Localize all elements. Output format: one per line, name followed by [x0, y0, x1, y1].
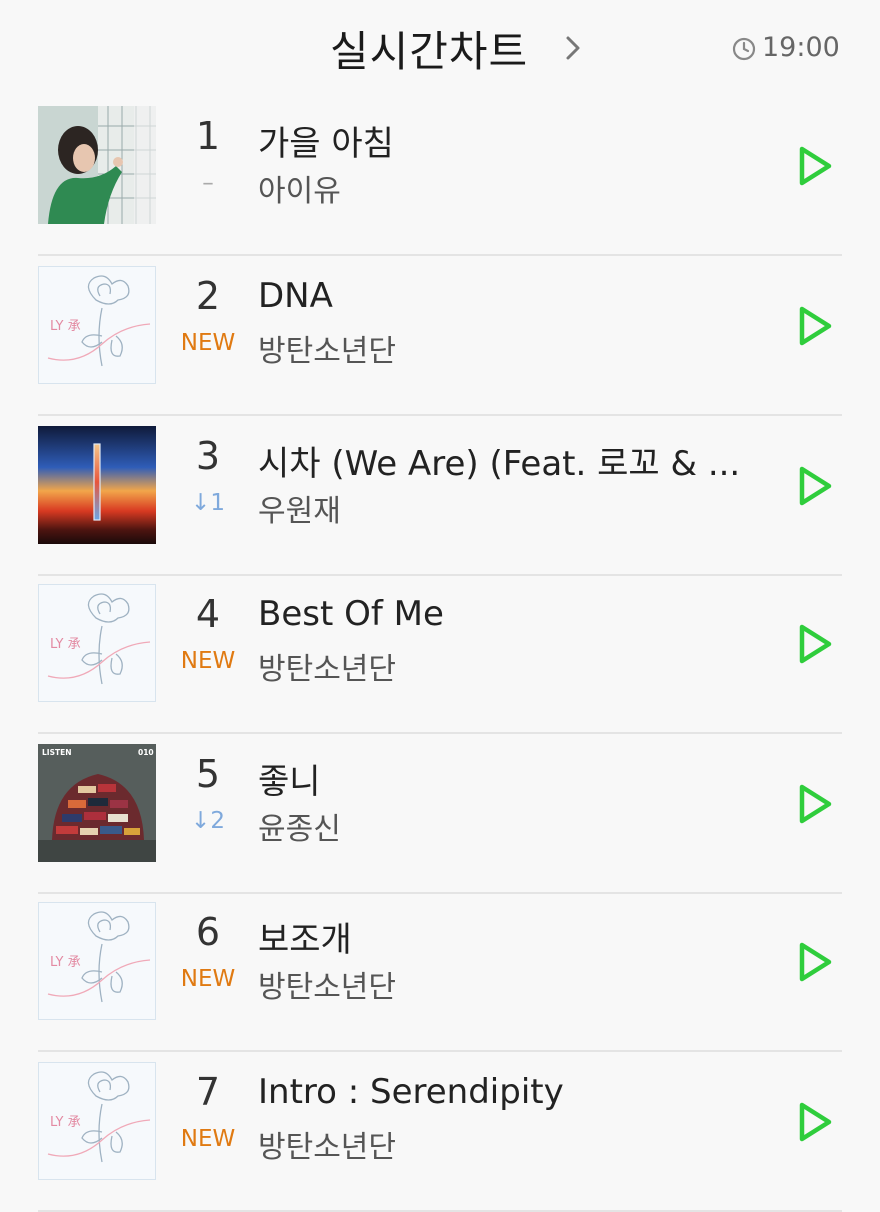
artist-name[interactable]: 방탄소년단 — [258, 1122, 396, 1166]
rank-number: 6 — [195, 910, 221, 954]
album-cover-bts: LY 承 — [38, 902, 156, 1020]
play-icon[interactable] — [796, 782, 834, 826]
rank-change: NEW — [180, 966, 236, 992]
chart-row-6[interactable]: LY 承 6 NEW 보조개 방탄소년단 — [38, 892, 842, 1052]
album-cover-bts: LY 承 — [38, 1062, 156, 1180]
svg-text:LY 承: LY 承 — [50, 319, 81, 334]
album-cover-sunset — [38, 426, 156, 544]
svg-text:LY 承: LY 承 — [50, 955, 81, 970]
album-cover-bts: LY 承 — [38, 266, 156, 384]
rank-number: 7 — [195, 1070, 221, 1114]
rank-number: 4 — [195, 592, 221, 636]
play-icon[interactable] — [796, 144, 834, 188]
rank-number: 1 — [195, 114, 221, 158]
song-title[interactable]: 시차 (We Are) (Feat. 로꼬 & ... — [258, 436, 740, 485]
chart-row-1[interactable]: 1 – 가을 아침 아이유 — [38, 96, 842, 256]
chevron-right-icon[interactable] — [562, 28, 588, 68]
rank-number: 5 — [195, 752, 221, 796]
page-title[interactable]: 실시간차트 — [330, 18, 528, 79]
artist-name[interactable]: 우원재 — [258, 486, 341, 530]
svg-text:LY 承: LY 承 — [50, 1115, 81, 1130]
song-title[interactable]: 보조개 — [258, 912, 352, 961]
rank-change: ↓1 — [191, 490, 225, 516]
song-title[interactable]: 가을 아침 — [258, 116, 394, 165]
play-icon[interactable] — [796, 1100, 834, 1144]
play-icon[interactable] — [796, 622, 834, 666]
rank-change: NEW — [180, 330, 236, 356]
song-title[interactable]: 좋니 — [258, 754, 321, 803]
song-title[interactable]: Best Of Me — [258, 594, 444, 634]
song-title[interactable]: DNA — [258, 276, 333, 316]
svg-text:LISTEN: LISTEN — [42, 748, 72, 757]
svg-text:010: 010 — [138, 748, 154, 757]
album-cover-bts: LY 承 — [38, 584, 156, 702]
album-cover-iu — [38, 106, 156, 224]
chart-header: 실시간차트 19:00 — [0, 0, 880, 96]
artist-name[interactable]: 윤종신 — [258, 804, 341, 848]
artist-name[interactable]: 방탄소년단 — [258, 962, 396, 1006]
rank-change: ↓2 — [191, 808, 225, 834]
artist-name[interactable]: 아이유 — [258, 166, 341, 210]
svg-text:LY 承: LY 承 — [50, 637, 81, 652]
rank-change: – — [202, 170, 214, 196]
rank-number: 2 — [195, 274, 221, 318]
rank-number: 3 — [195, 434, 221, 478]
chart-row-3[interactable]: 3 ↓1 시차 (We Are) (Feat. 로꼬 & ... 우원재 — [38, 416, 842, 576]
chart-row-4[interactable]: LY 承 4 NEW Best Of Me 방탄소년단 — [38, 574, 842, 734]
artist-name[interactable]: 방탄소년단 — [258, 326, 396, 370]
clock-icon — [732, 37, 756, 61]
rank-change: NEW — [180, 1126, 236, 1152]
play-icon[interactable] — [796, 464, 834, 508]
rank-change: NEW — [180, 648, 236, 674]
play-icon[interactable] — [796, 304, 834, 348]
chart-row-7[interactable]: LY 承 7 NEW Intro : Serendipity 방탄소년단 — [38, 1052, 842, 1212]
artist-name[interactable]: 방탄소년단 — [258, 644, 396, 688]
chart-row-5[interactable]: LISTEN 010 5 ↓2 좋니 윤종신 — [38, 734, 842, 894]
album-cover-listen: LISTEN 010 — [38, 744, 156, 862]
song-title[interactable]: Intro : Serendipity — [258, 1072, 564, 1112]
update-time: 19:00 — [762, 32, 840, 63]
chart-row-2[interactable]: LY 承 2 NEW DNA 방탄소년단 — [38, 256, 842, 416]
play-icon[interactable] — [796, 940, 834, 984]
